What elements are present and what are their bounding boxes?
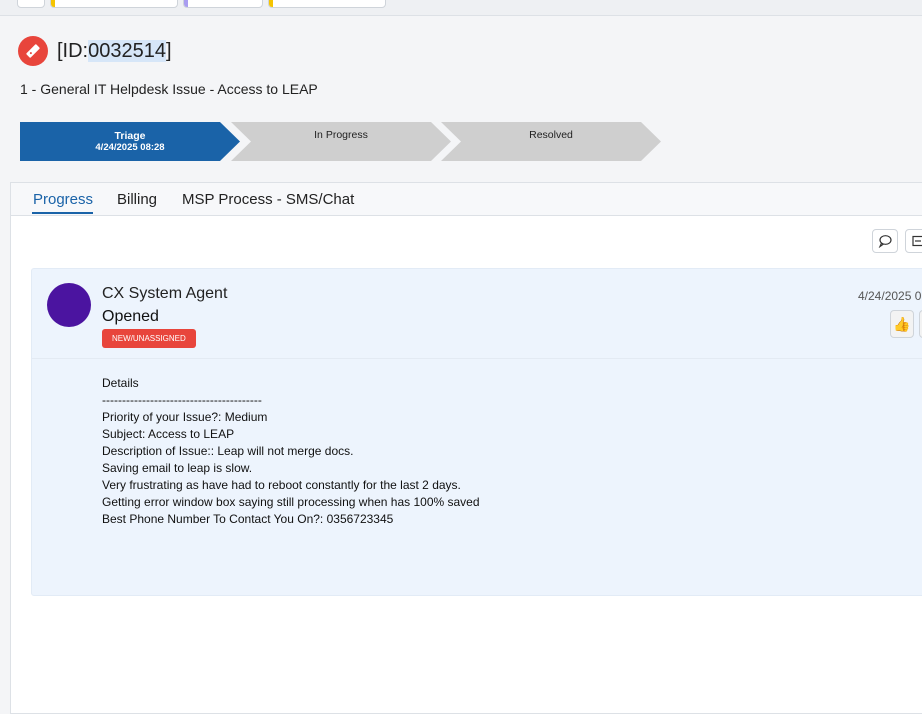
tab-billing[interactable]: Billing	[117, 191, 157, 208]
active-tab-indicator	[32, 212, 93, 214]
ticket-panel: Progress Billing MSP Process - SMS/Chat …	[10, 182, 922, 714]
toolbar-chip[interactable]	[17, 0, 45, 8]
divider	[32, 358, 922, 359]
stage-resolved[interactable]: Resolved	[441, 122, 661, 161]
tab-bar: Progress Billing MSP Process - SMS/Chat	[11, 183, 922, 216]
toolbar-chip[interactable]	[268, 0, 386, 8]
compose-icon	[912, 235, 922, 247]
details-line: Best Phone Number To Contact You On?: 03…	[102, 512, 394, 526]
entry-details: Details --------------------------------…	[102, 375, 480, 528]
details-line: Description of Issue:: Leap will not mer…	[102, 444, 354, 458]
like-button[interactable]: 👍	[890, 310, 914, 338]
top-toolbar-strip	[0, 0, 922, 16]
ticket-title: 1 - General IT Helpdesk Issue - Access t…	[20, 81, 318, 97]
stage-name: Resolved	[529, 129, 573, 141]
comment-icon	[878, 235, 892, 248]
details-line: Getting error window box saying still pr…	[102, 495, 480, 509]
details-line: Saving email to leap is slow.	[102, 461, 253, 475]
details-line: Very frustrating as have had to reboot c…	[102, 478, 461, 492]
ticket-id: [ID:0032514]	[57, 40, 172, 62]
stage-name: Triage	[114, 130, 146, 142]
ticket-icon	[18, 36, 48, 66]
toolbar-chip[interactable]	[183, 0, 263, 8]
agent-name: CX System Agent	[102, 285, 228, 302]
thumbs-up-icon: 👍	[893, 315, 911, 332]
stage-in-progress[interactable]: In Progress	[231, 122, 451, 161]
comment-button[interactable]	[872, 229, 898, 253]
toolbar-chip[interactable]	[50, 0, 178, 8]
entry-action: Opened	[102, 308, 159, 325]
status-badge: NEW/UNASSIGNED	[102, 329, 196, 348]
details-line: Details	[102, 376, 139, 390]
compose-button[interactable]	[905, 229, 922, 253]
stage-triage[interactable]: Triage 4/24/2025 08:28	[20, 122, 240, 161]
ticket-id-number: 0032514	[88, 40, 166, 62]
entry-timestamp: 4/24/2025 0	[858, 289, 922, 303]
details-line: Subject: Access to LEAP	[102, 427, 235, 441]
activity-entry: CX System Agent Opened NEW/UNASSIGNED 4/…	[31, 268, 922, 596]
avatar	[47, 283, 91, 327]
details-line: ----------------------------------------	[102, 393, 262, 407]
stage-name: In Progress	[314, 129, 368, 141]
stage-date: 4/24/2025 08:28	[95, 142, 165, 153]
tab-progress[interactable]: Progress	[33, 191, 93, 208]
tab-msp-process[interactable]: MSP Process - SMS/Chat	[182, 191, 354, 208]
details-line: Priority of your Issue?: Medium	[102, 410, 268, 424]
